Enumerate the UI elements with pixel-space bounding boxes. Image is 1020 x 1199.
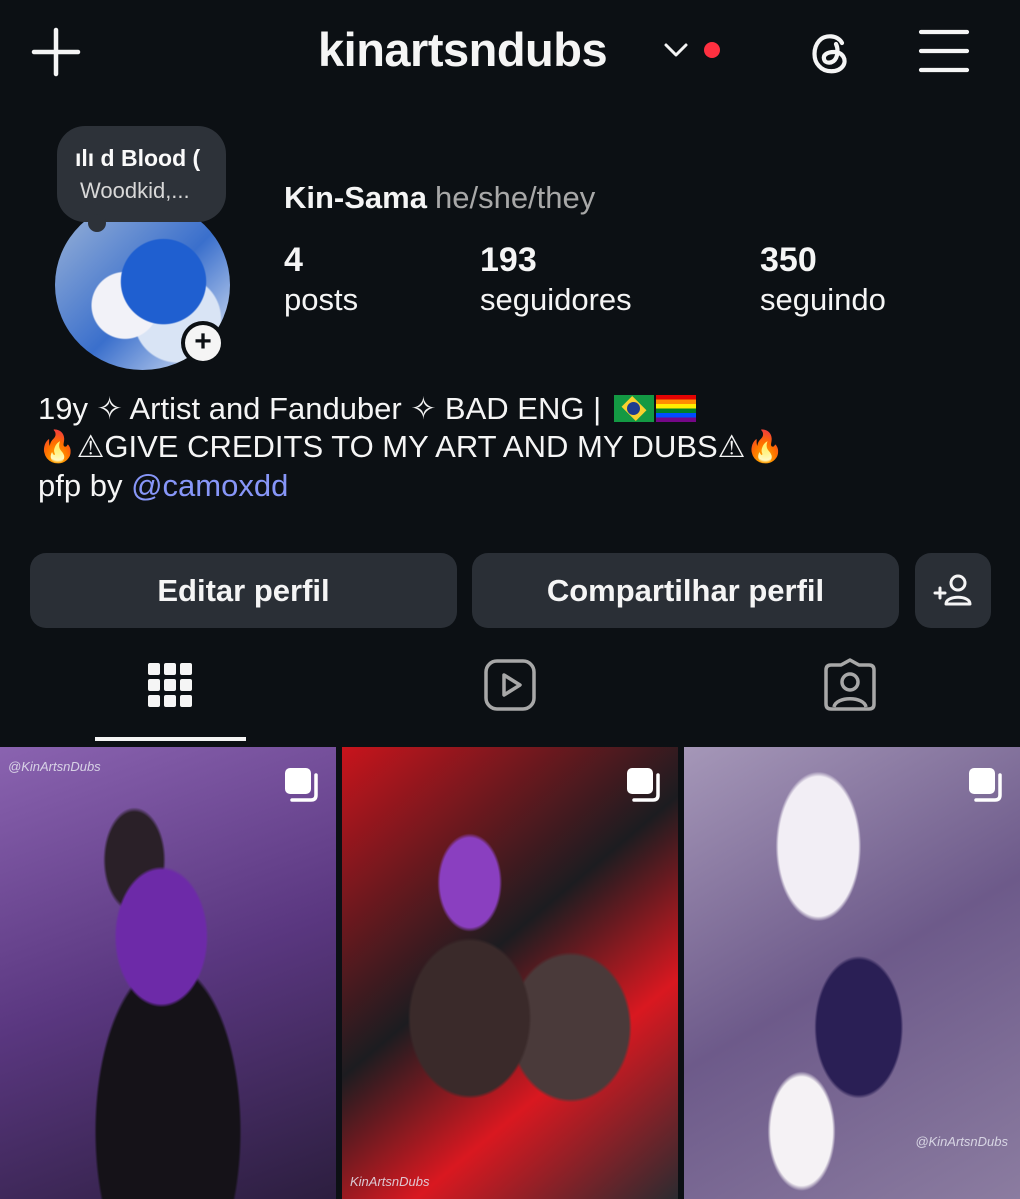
- mention-link[interactable]: @camoxdd: [131, 468, 288, 503]
- bio-line-3: pfp by @camoxdd: [38, 467, 288, 505]
- reels-icon: [484, 659, 536, 711]
- carousel-icon: [285, 768, 318, 802]
- stat-followers-count: 193: [480, 241, 537, 279]
- notification-dot: [704, 42, 720, 58]
- grid-icon: [148, 663, 192, 707]
- stat-following[interactable]: 350 seguindo: [760, 240, 886, 320]
- menu-icon: [918, 29, 970, 73]
- tagged-icon: [824, 658, 876, 711]
- discover-people-button[interactable]: [915, 553, 991, 628]
- tab-reels[interactable]: [480, 655, 540, 715]
- post-thumbnail[interactable]: @KinArtsnDubs: [0, 747, 336, 1199]
- post-watermark: KinArtsnDubs: [350, 1174, 430, 1189]
- fire-icon: 🔥: [38, 429, 77, 464]
- note-song-artist: Woodkid,...: [80, 178, 190, 203]
- display-name: Kin-Sama he/she/they: [284, 180, 595, 216]
- note-bubble-tail: [88, 214, 106, 232]
- bio-line-3-prefix: pfp by: [38, 468, 123, 503]
- brazil-flag-icon: [613, 395, 654, 422]
- edit-profile-label: Editar perfil: [157, 572, 330, 608]
- bio-line-1: 19y ✧ Artist and Fanduber ✧ BAD ENG |: [38, 390, 696, 428]
- new-post-button[interactable]: [30, 26, 82, 78]
- edit-profile-button[interactable]: Editar perfil: [30, 553, 457, 628]
- carousel-icon: [627, 768, 660, 802]
- post-thumbnail[interactable]: KinArtsnDubs: [342, 747, 678, 1199]
- add-story-button[interactable]: +: [181, 321, 225, 365]
- add-person-icon: [933, 574, 972, 605]
- bio-line-2: 🔥⚠GIVE CREDITS TO MY ART AND MY DUBS⚠🔥: [38, 428, 784, 466]
- tab-tagged[interactable]: [820, 655, 880, 715]
- post-thumbnail[interactable]: @KinArtsnDubs: [684, 747, 1020, 1199]
- active-tab-indicator: [95, 737, 246, 741]
- stat-following-count: 350: [760, 241, 817, 279]
- threads-button[interactable]: [805, 26, 857, 78]
- fire-icon: 🔥: [745, 429, 785, 464]
- display-name-text: Kin-Sama: [284, 180, 427, 215]
- mention-link-text: @camoxdd: [131, 468, 289, 503]
- pride-flag-icon: [655, 395, 696, 422]
- account-username[interactable]: kinartsndubs: [318, 22, 608, 78]
- account-switcher-button[interactable]: [663, 40, 689, 60]
- post-watermark: @KinArtsnDubs: [8, 759, 101, 774]
- share-profile-button[interactable]: Compartilhar perfil: [472, 553, 899, 628]
- threads-icon: [812, 34, 847, 74]
- stat-posts-count: 4: [284, 241, 303, 279]
- stat-followers-label: seguidores: [480, 282, 632, 317]
- post-watermark: @KinArtsnDubs: [915, 1134, 1008, 1149]
- plus-icon: [31, 27, 81, 77]
- pronouns: he/she/they: [434, 180, 596, 215]
- bio-line-1-text: 19y ✧ Artist and Fanduber ✧ BAD ENG |: [38, 391, 602, 426]
- menu-button[interactable]: [918, 28, 970, 74]
- stat-posts-label: posts: [284, 282, 359, 317]
- stat-following-label: seguindo: [760, 282, 886, 317]
- note-song-title: ılı d Blood (: [75, 145, 201, 171]
- share-profile-label: Compartilhar perfil: [546, 572, 825, 608]
- plus-icon: +: [185, 325, 221, 361]
- note-bubble[interactable]: [57, 126, 226, 222]
- chevron-down-icon: [664, 43, 688, 57]
- carousel-icon: [969, 768, 1002, 802]
- stat-followers[interactable]: 193 seguidores: [480, 240, 632, 320]
- tab-posts-grid[interactable]: [140, 655, 200, 715]
- stat-posts[interactable]: 4 posts: [284, 240, 358, 320]
- bio-line-2-text: ⚠GIVE CREDITS TO MY ART AND MY DUBS⚠: [76, 429, 746, 464]
